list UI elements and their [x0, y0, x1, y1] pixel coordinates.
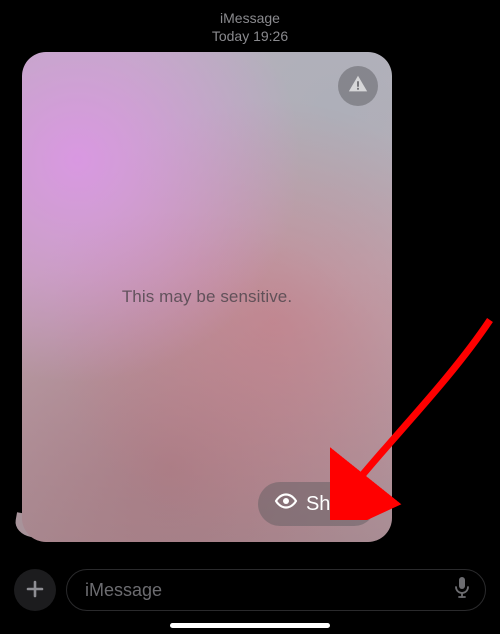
- add-button[interactable]: [14, 569, 56, 611]
- message-input[interactable]: [85, 580, 453, 601]
- conversation-header: iMessage Today 19:26: [0, 0, 500, 45]
- sensitive-warning-text: This may be sensitive.: [22, 52, 392, 542]
- warning-badge[interactable]: [338, 66, 378, 106]
- service-label: iMessage: [0, 10, 500, 28]
- compose-bar: [14, 568, 486, 612]
- timestamp-label: Today 19:26: [0, 28, 500, 46]
- incoming-message: This may be sensitive. Show: [22, 52, 392, 542]
- warning-icon: [347, 73, 369, 100]
- microphone-icon: [453, 576, 471, 605]
- show-button[interactable]: Show: [258, 482, 376, 526]
- dictation-button[interactable]: [453, 576, 471, 605]
- home-indicator[interactable]: [170, 623, 330, 628]
- show-button-label: Show: [306, 493, 356, 516]
- sensitive-image-bubble[interactable]: This may be sensitive. Show: [22, 52, 392, 542]
- plus-icon: [25, 577, 45, 603]
- message-input-container[interactable]: [66, 569, 486, 611]
- eye-icon: [274, 489, 298, 519]
